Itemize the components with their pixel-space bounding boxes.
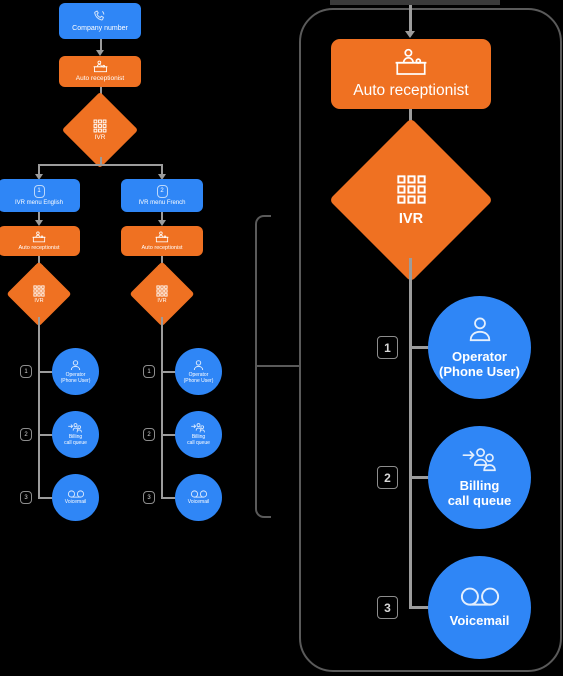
badge-number: 3 (24, 494, 28, 501)
voicemail-icon (459, 586, 501, 608)
badge-number: 2 (384, 470, 391, 485)
node-label: Voicemail (449, 613, 510, 629)
connector-stub (161, 371, 176, 373)
node-ivr-menu-french[interactable]: 2 IVR menu French (121, 179, 203, 212)
call-queue-icon (462, 446, 498, 474)
node-billing-queue-detail[interactable]: Billing call queue (428, 426, 531, 529)
node-billing-queue-french[interactable]: Billing call queue (175, 411, 222, 458)
phone-handset-icon (92, 9, 108, 23)
voicemail-icon (190, 489, 208, 499)
node-label: Company number (72, 24, 128, 32)
zoom-brace-stem (255, 365, 301, 367)
connector-bus (38, 164, 163, 166)
node-label: Auto receptionist (75, 75, 125, 83)
badge-number: 2 (147, 431, 151, 438)
voicemail-icon (67, 489, 85, 499)
connector (409, 5, 412, 33)
node-label: call queue (64, 440, 87, 446)
reception-desk-icon (155, 231, 169, 243)
user-icon (69, 359, 82, 372)
connector-stub (38, 371, 53, 373)
node-voicemail-detail[interactable]: Voicemail (428, 556, 531, 659)
keypad-icon (93, 119, 107, 133)
keypad-icon (396, 174, 427, 205)
node-label: call queue (187, 440, 210, 446)
node-label: (Phone User) (60, 377, 91, 384)
badge-number: 1 (24, 368, 28, 375)
node-operator-english[interactable]: Operator (Phone User) (52, 348, 99, 395)
node-label: call queue (447, 493, 512, 508)
keypad-icon (33, 284, 45, 297)
node-label: (Phone User) (439, 364, 520, 379)
badge-number: 2 (160, 187, 164, 194)
node-label: IVR (157, 297, 167, 304)
connector-stub (161, 497, 176, 499)
badge-number: 1 (37, 187, 41, 194)
node-label: Billing (459, 478, 500, 494)
node-label: (Phone User) (183, 377, 214, 384)
detail-option-badge-2: 2 (377, 466, 398, 489)
option-badge-1: 1 (143, 365, 155, 378)
keypad-icon (156, 284, 168, 297)
node-label: Auto receptionist (353, 82, 469, 100)
node-voicemail-english[interactable]: Voicemail (52, 474, 99, 521)
user-icon (192, 359, 205, 372)
reception-desk-icon (394, 48, 428, 77)
node-auto-receptionist-detail[interactable]: Auto receptionist (331, 39, 491, 109)
node-company-number[interactable]: Company number (59, 3, 141, 39)
connector-spine (161, 317, 163, 498)
node-auto-receptionist[interactable]: Auto receptionist (59, 56, 141, 87)
connector-stub (38, 497, 53, 499)
user-icon (465, 315, 495, 345)
connector-stub (161, 434, 176, 436)
node-ivr-menu-english[interactable]: 1 IVR menu English (0, 179, 80, 212)
menu-badge: 1 (33, 184, 45, 198)
node-ivr-english[interactable]: IVR (6, 261, 72, 327)
detail-option-badge-3: 3 (377, 596, 398, 619)
node-auto-receptionist-french[interactable]: Auto receptionist (121, 226, 203, 256)
top-bar (330, 0, 500, 5)
node-label: IVR (94, 134, 106, 141)
node-ivr-detail[interactable]: IVR (328, 117, 494, 283)
node-label: Operator (452, 349, 507, 365)
connector-spine (409, 258, 412, 608)
node-ivr-french[interactable]: IVR (129, 261, 195, 327)
diagram-canvas: Company number Auto receptionist IVR 1 I… (0, 0, 563, 676)
node-label: Auto receptionist (18, 244, 60, 251)
badge-number: 3 (147, 494, 151, 501)
node-auto-receptionist-english[interactable]: Auto receptionist (0, 226, 80, 256)
node-label: Voicemail (187, 499, 210, 506)
connector-stub (38, 434, 53, 436)
node-label: IVR (398, 210, 424, 227)
menu-badge: 2 (156, 184, 168, 198)
node-billing-queue-english[interactable]: Billing call queue (52, 411, 99, 458)
option-badge-2: 2 (20, 428, 32, 441)
node-label: Auto receptionist (141, 244, 183, 251)
detail-option-badge-1: 1 (377, 336, 398, 359)
node-voicemail-french[interactable]: Voicemail (175, 474, 222, 521)
connector-spine (38, 317, 40, 498)
node-label: IVR menu French (138, 199, 186, 206)
badge-number: 3 (384, 600, 391, 615)
call-queue-icon (68, 422, 83, 434)
node-label: IVR menu English (14, 199, 64, 206)
reception-desk-icon (32, 231, 46, 243)
badge-number: 2 (24, 431, 28, 438)
call-queue-icon (191, 422, 206, 434)
badge-number: 1 (384, 340, 391, 355)
option-badge-1: 1 (20, 365, 32, 378)
node-ivr[interactable]: IVR (61, 91, 139, 169)
node-operator-detail[interactable]: Operator (Phone User) (428, 296, 531, 399)
node-operator-french[interactable]: Operator (Phone User) (175, 348, 222, 395)
option-badge-3: 3 (20, 491, 32, 504)
arrow-head (405, 31, 415, 38)
option-badge-3: 3 (143, 491, 155, 504)
badge-number: 1 (147, 368, 151, 375)
node-label: Voicemail (64, 499, 87, 506)
node-label: IVR (34, 297, 44, 304)
reception-desk-icon (93, 60, 108, 73)
option-badge-2: 2 (143, 428, 155, 441)
